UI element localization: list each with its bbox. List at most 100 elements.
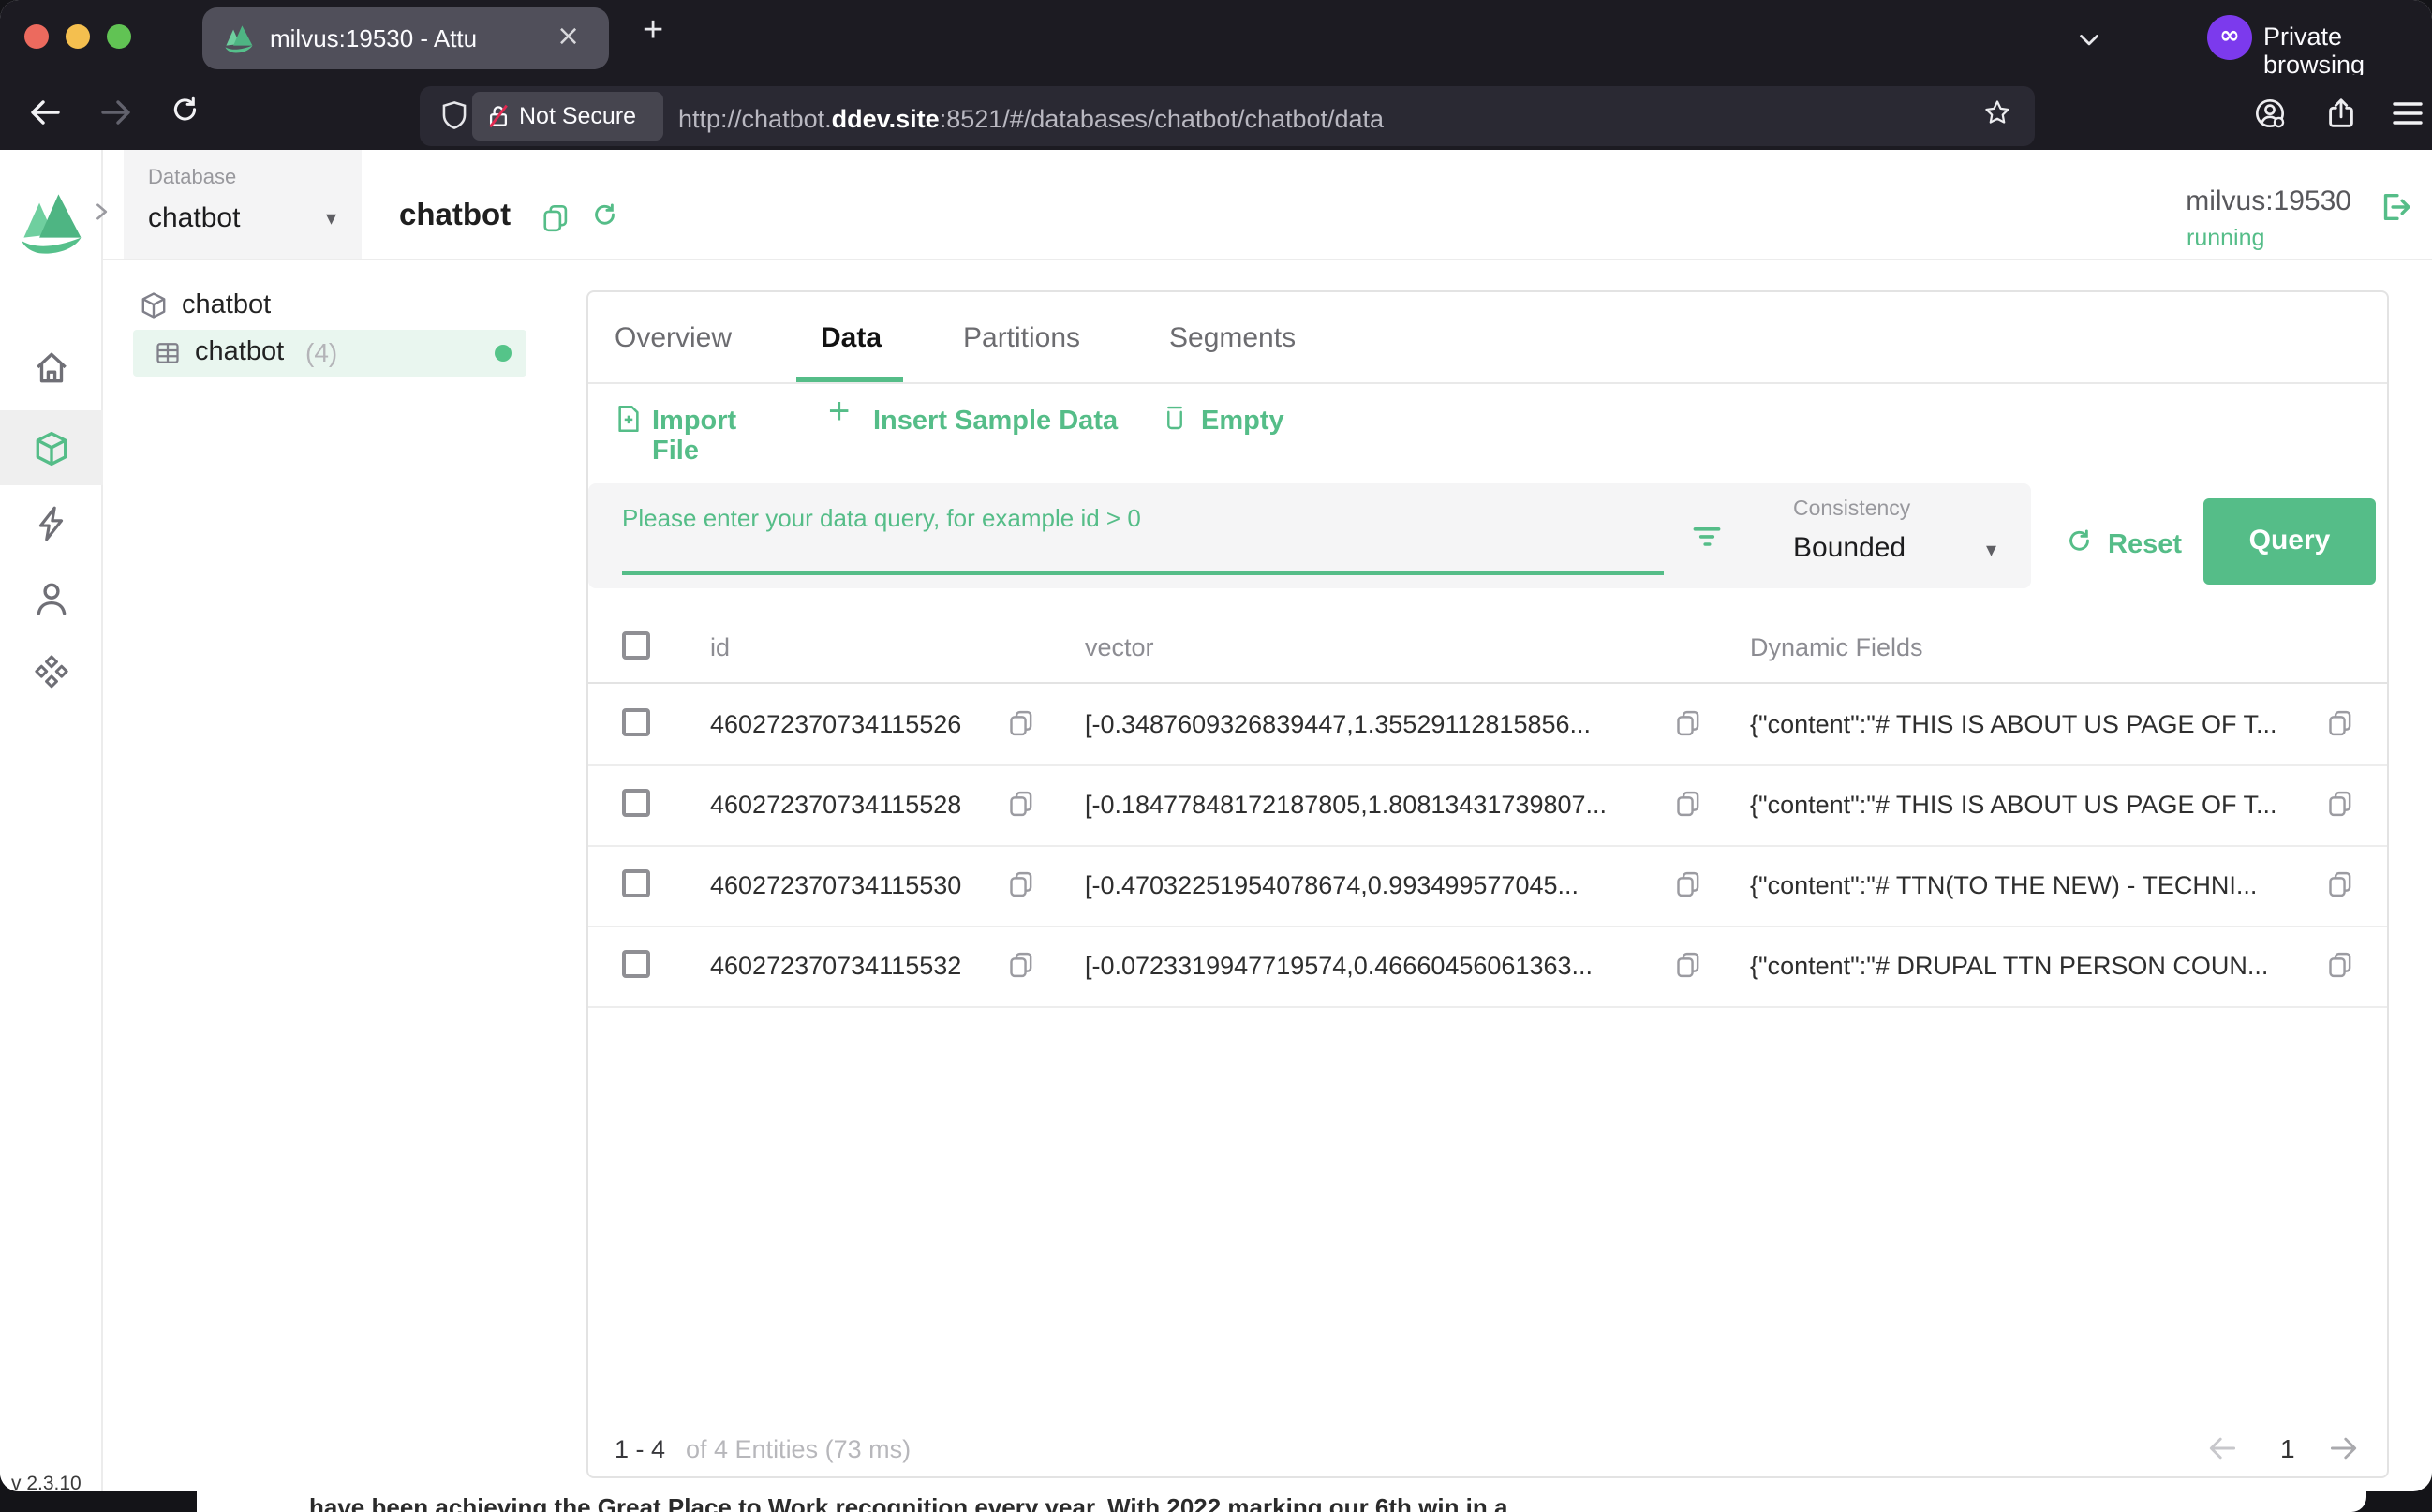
connection-host-label: milvus:19530 bbox=[2186, 185, 2351, 217]
cell-vector: [-0.0723319947719574,0.46660456061363... bbox=[1085, 952, 1593, 980]
empty-label: Empty bbox=[1201, 407, 1284, 437]
sidebar-users-icon[interactable] bbox=[32, 579, 71, 618]
consistency-label: Consistency bbox=[1793, 498, 1910, 521]
shield-icon[interactable] bbox=[438, 99, 470, 131]
copy-collection-name-icon[interactable] bbox=[541, 204, 570, 232]
query-bar: Please enter your data query, for exampl… bbox=[588, 483, 2031, 588]
browser-tab[interactable]: milvus:19530 - Attu × bbox=[202, 7, 609, 69]
page-number[interactable]: 1 bbox=[2280, 1433, 2295, 1463]
trash-icon bbox=[1160, 401, 1190, 433]
cell-dynamic: {"content":"# TTN(TO THE NEW) - TECHNI..… bbox=[1750, 871, 2257, 899]
tab-overview[interactable]: Overview bbox=[615, 322, 732, 354]
tab-data[interactable]: Data bbox=[821, 322, 882, 354]
tab-title: milvus:19530 - Attu bbox=[270, 24, 477, 52]
cell-dynamic: {"content":"# DRUPAL TTN PERSON COUN... bbox=[1750, 952, 2268, 980]
column-header-dynamic[interactable]: Dynamic Fields bbox=[1750, 633, 1923, 661]
query-button-label: Query bbox=[2249, 525, 2331, 556]
entities-range: 1 - 4 bbox=[615, 1435, 665, 1463]
copy-id-icon[interactable] bbox=[1008, 871, 1034, 897]
sidebar-search-bolt-icon[interactable] bbox=[32, 504, 71, 543]
cell-id: 460272370734115532 bbox=[710, 952, 961, 980]
cell-id: 460272370734115526 bbox=[710, 710, 961, 738]
copy-vector-icon[interactable] bbox=[1675, 871, 1701, 897]
row-checkbox[interactable] bbox=[622, 708, 650, 736]
traffic-close-button[interactable] bbox=[24, 24, 49, 49]
tab-partitions[interactable]: Partitions bbox=[963, 322, 1080, 354]
copy-dynamic-icon[interactable] bbox=[2327, 710, 2353, 736]
tree-collection-count: (4) bbox=[305, 337, 337, 367]
browser-window: milvus:19530 - Attu × + ∞ Private browsi… bbox=[0, 0, 2432, 1491]
sidebar-database-cube-icon[interactable] bbox=[32, 429, 71, 468]
tab-list-chevron-down-icon[interactable] bbox=[2076, 26, 2102, 52]
consistency-select[interactable]: Consistency Bounded ▾ bbox=[1769, 483, 2031, 588]
copy-dynamic-icon[interactable] bbox=[2327, 952, 2353, 978]
tree-database-label: chatbot bbox=[182, 290, 271, 320]
new-tab-button[interactable]: + bbox=[643, 11, 663, 52]
back-icon[interactable] bbox=[26, 94, 64, 131]
not-secure-chip[interactable]: Not Secure bbox=[472, 92, 663, 141]
filter-icon[interactable] bbox=[1690, 519, 1724, 553]
cell-vector: [-0.3487609326839447,1.35529112815856... bbox=[1085, 710, 1591, 738]
database-select-value: chatbot bbox=[148, 202, 240, 234]
query-input-placeholder: Please enter your data query, for exampl… bbox=[622, 504, 1141, 532]
traffic-minimize-button[interactable] bbox=[66, 24, 90, 49]
background-window-strip: have been achieving the Great Place to W… bbox=[197, 1491, 2366, 1512]
sidebar-home-icon[interactable] bbox=[32, 348, 71, 388]
reset-label: Reset bbox=[2108, 530, 2182, 560]
column-header-vector[interactable]: vector bbox=[1085, 633, 1154, 661]
share-icon[interactable] bbox=[2323, 96, 2359, 131]
disconnect-exit-icon[interactable] bbox=[2378, 189, 2413, 225]
copy-vector-icon[interactable] bbox=[1675, 791, 1701, 817]
tab-bar: milvus:19530 - Attu × + ∞ Private browsi… bbox=[0, 0, 2432, 75]
database-select[interactable]: Database chatbot ▾ bbox=[124, 150, 362, 259]
infinity-icon: ∞ bbox=[2219, 22, 2240, 51]
page-next-arrow-icon[interactable] bbox=[2327, 1431, 2361, 1465]
tab-segments[interactable]: Segments bbox=[1169, 322, 1296, 354]
copy-id-icon[interactable] bbox=[1008, 791, 1034, 817]
traffic-zoom-button[interactable] bbox=[107, 24, 131, 49]
cell-vector: [-0.18477848172187805,1.80813431739807..… bbox=[1085, 791, 1607, 819]
sidebar-expand-chevron-icon[interactable] bbox=[90, 200, 112, 223]
row-checkbox[interactable] bbox=[622, 789, 650, 817]
cell-vector: [-0.47032251954078674,0.993499577045... bbox=[1085, 871, 1579, 899]
copy-vector-icon[interactable] bbox=[1675, 710, 1701, 736]
query-button[interactable]: Query bbox=[2203, 498, 2376, 585]
tabs-divider bbox=[588, 382, 2387, 384]
page-prev-arrow-icon[interactable] bbox=[2205, 1431, 2239, 1465]
row-checkbox[interactable] bbox=[622, 950, 650, 978]
connection-status-label: running bbox=[2187, 225, 2264, 251]
import-file-icon bbox=[613, 403, 645, 435]
tab-close-icon[interactable]: × bbox=[556, 19, 580, 52]
query-input-underline[interactable] bbox=[622, 571, 1664, 575]
table-row[interactable]: 460272370734115528 [-0.18477848172187805… bbox=[588, 764, 2387, 847]
account-icon[interactable] bbox=[2252, 96, 2288, 131]
tree-item-collection[interactable]: chatbot (4) bbox=[133, 330, 526, 377]
header-divider bbox=[103, 259, 2432, 260]
table-row[interactable]: 460272370734115530 [-0.47032251954078674… bbox=[588, 845, 2387, 927]
database-select-label: Database bbox=[148, 167, 236, 189]
url-text[interactable]: http://chatbot.ddev.site:8521/#/database… bbox=[678, 105, 1384, 133]
refresh-collection-icon[interactable] bbox=[590, 202, 620, 232]
cell-dynamic: {"content":"# THIS IS ABOUT US PAGE OF T… bbox=[1750, 791, 2276, 819]
copy-id-icon[interactable] bbox=[1008, 952, 1034, 978]
forward-icon[interactable] bbox=[97, 94, 135, 131]
column-header-id[interactable]: id bbox=[710, 633, 730, 661]
copy-id-icon[interactable] bbox=[1008, 710, 1034, 736]
copy-dynamic-icon[interactable] bbox=[2327, 871, 2353, 897]
reload-icon[interactable] bbox=[169, 96, 202, 129]
table-row[interactable]: 460272370734115532 [-0.0723319947719574,… bbox=[588, 926, 2387, 1008]
copy-dynamic-icon[interactable] bbox=[2327, 791, 2353, 817]
row-checkbox[interactable] bbox=[622, 869, 650, 897]
sidebar-system-icon[interactable] bbox=[32, 654, 71, 693]
hamburger-menu-icon[interactable] bbox=[2393, 101, 2423, 126]
tree-item-database[interactable]: chatbot bbox=[133, 283, 526, 330]
import-file-label: Import File bbox=[652, 407, 736, 467]
insert-sample-data-label: Insert Sample Data bbox=[873, 407, 1118, 437]
bookmark-star-icon[interactable] bbox=[1982, 97, 2012, 127]
copy-vector-icon[interactable] bbox=[1675, 952, 1701, 978]
table-row[interactable]: 460272370734115526 [-0.3487609326839447,… bbox=[588, 684, 2387, 766]
url-suffix: :8521/#/databases/chatbot/chatbot/data bbox=[940, 105, 1384, 133]
collection-card: Overview Data Partitions Segments Import… bbox=[586, 290, 2389, 1478]
select-all-checkbox[interactable] bbox=[622, 631, 650, 660]
url-domain: ddev.site bbox=[832, 105, 940, 133]
